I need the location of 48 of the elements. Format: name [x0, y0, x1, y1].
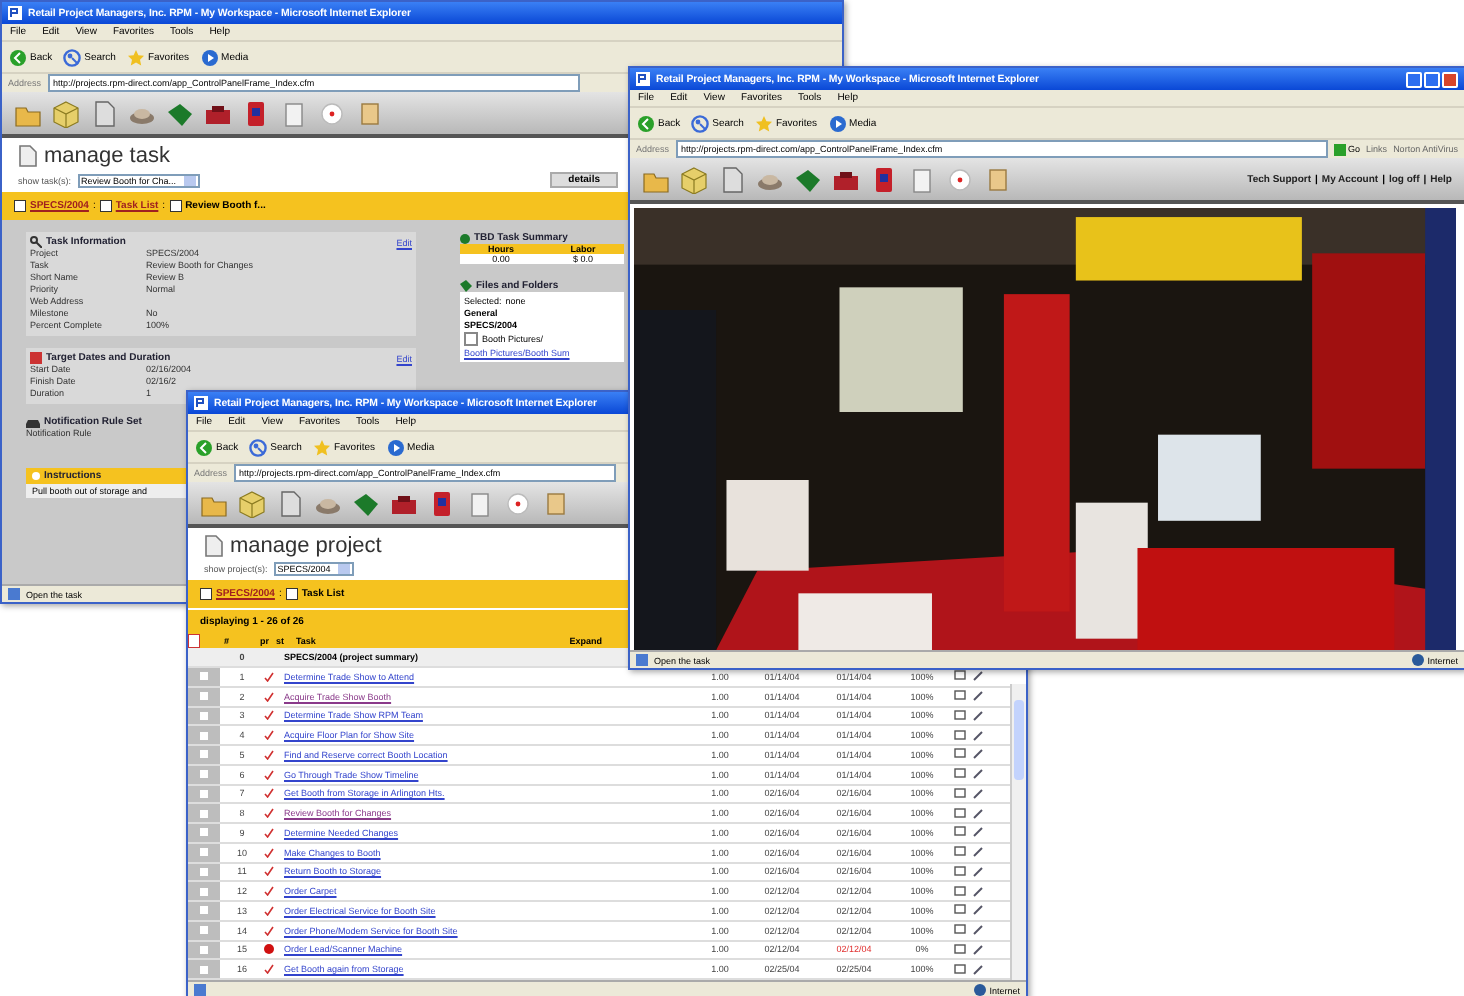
note-icon[interactable] [542, 489, 570, 517]
minimize-button[interactable] [1406, 71, 1422, 87]
row-checkbox[interactable] [188, 902, 220, 920]
row-checkbox[interactable] [188, 726, 220, 745]
scrollbar[interactable] [1010, 684, 1026, 980]
search-icon [248, 437, 269, 457]
back-icon [8, 47, 28, 67]
search-icon [62, 47, 83, 67]
media-icon [199, 47, 220, 67]
row-checkbox[interactable] [188, 746, 220, 764]
row-checkbox[interactable] [188, 960, 220, 979]
globe-icon [973, 984, 986, 996]
dot-icon [460, 233, 470, 243]
clipboard-icon[interactable] [280, 99, 308, 127]
close-button[interactable] [1442, 71, 1458, 87]
page-heading: manage task [44, 144, 170, 168]
star-icon [753, 113, 774, 133]
clipboard-icon[interactable] [908, 165, 936, 193]
browser-icon [194, 396, 208, 410]
book-icon[interactable] [428, 489, 456, 517]
search-icon [690, 113, 711, 133]
checkbox[interactable] [464, 332, 478, 346]
bullet-icon [32, 472, 40, 480]
maximize-button[interactable] [1424, 71, 1440, 87]
cube-icon[interactable] [680, 165, 708, 193]
media-icon [385, 437, 406, 457]
clipboard-icon[interactable] [466, 489, 494, 517]
row-checkbox[interactable] [188, 668, 220, 686]
row-checkbox[interactable] [188, 804, 220, 823]
back-icon [636, 113, 656, 133]
tag-icon[interactable] [352, 489, 380, 517]
note-icon[interactable] [984, 165, 1012, 193]
cube-icon[interactable] [238, 489, 266, 517]
globe-icon [1411, 654, 1424, 666]
tag-icon[interactable] [166, 99, 194, 127]
browser-icon [636, 72, 650, 86]
row-checkbox[interactable] [188, 882, 220, 901]
browser-icon [8, 6, 22, 20]
page-heading: manage project [230, 534, 382, 558]
star-icon [311, 437, 332, 457]
book-icon[interactable] [870, 165, 898, 193]
back-icon [194, 437, 214, 457]
note-icon[interactable] [356, 99, 384, 127]
cube-icon[interactable] [52, 99, 80, 127]
star-icon [125, 47, 146, 67]
row-checkbox[interactable] [188, 824, 220, 842]
book-icon[interactable] [242, 99, 270, 127]
media-icon [827, 113, 848, 133]
